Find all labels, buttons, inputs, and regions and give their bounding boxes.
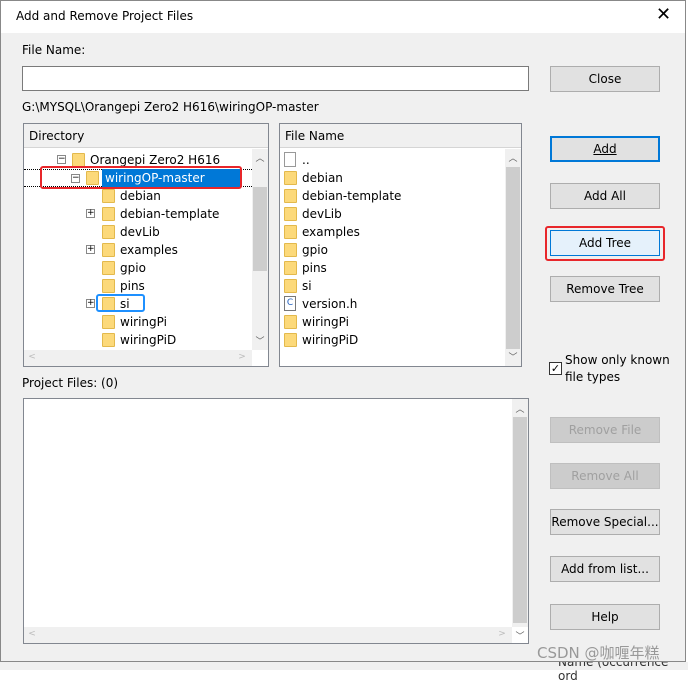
project-files-list[interactable]: ︿ < > ﹀ xyxy=(23,398,529,644)
folder-icon xyxy=(284,171,297,185)
folder-icon xyxy=(102,189,115,203)
file-name: examples xyxy=(302,225,360,239)
remove-file-button[interactable]: Remove File xyxy=(550,417,660,443)
folder-icon xyxy=(102,261,115,275)
tree-item-label: examples xyxy=(120,243,178,257)
folder-icon xyxy=(102,243,115,257)
file-name: wiringPiD xyxy=(302,333,359,347)
close-icon[interactable]: ✕ xyxy=(656,4,671,25)
watermark: CSDN @咖喱年糕 xyxy=(537,644,660,662)
file-list-item[interactable]: examples xyxy=(280,223,504,241)
remove-tree-button[interactable]: Remove Tree xyxy=(550,276,660,302)
file-icon xyxy=(284,152,296,167)
tree-item-label: gpio xyxy=(120,261,146,275)
file-list-item[interactable]: pins xyxy=(280,259,504,277)
add-all-button[interactable]: Add All xyxy=(550,183,660,209)
window-title: Add and Remove Project Files xyxy=(16,9,194,23)
add-tree-red-highlight xyxy=(545,226,665,261)
file-list-item[interactable]: si xyxy=(280,277,504,295)
tree-item[interactable]: pins xyxy=(24,277,252,295)
folder-icon xyxy=(102,333,115,347)
remove-special-button[interactable]: Remove Special... xyxy=(550,509,660,535)
tree-item[interactable]: + examples xyxy=(24,241,252,259)
title-bar: Add and Remove Project Files ✕ xyxy=(1,1,685,33)
folder-icon xyxy=(102,225,115,239)
file-name: debian xyxy=(302,171,343,185)
c-file-icon: C xyxy=(284,296,296,311)
file-list-item[interactable]: gpio xyxy=(280,241,504,259)
file-name: .. xyxy=(302,153,310,167)
file-name: pins xyxy=(302,261,327,275)
tree-item[interactable]: devLib xyxy=(24,223,252,241)
file-list-item[interactable]: devLib xyxy=(280,205,504,223)
project-vertical-scrollbar[interactable]: ︿ xyxy=(512,399,528,627)
project-files-label: Project Files: (0) xyxy=(22,376,119,390)
file-list-item[interactable]: .. xyxy=(280,151,504,169)
file-name: wiringPi xyxy=(302,315,349,329)
file-list[interactable]: File Name .. debian debian-template devL… xyxy=(279,123,522,367)
expand-icon[interactable]: + xyxy=(86,245,95,254)
file-list-item[interactable]: debian-template xyxy=(280,187,504,205)
show-known-label[interactable]: Show only known file types xyxy=(565,352,675,386)
tree-item-label: debian-template xyxy=(120,207,220,221)
file-list-item[interactable]: wiringPiD xyxy=(280,331,504,349)
file-name: debian-template xyxy=(302,189,402,203)
close-button[interactable]: Close xyxy=(550,66,660,92)
folder-icon xyxy=(72,153,85,167)
help-button[interactable]: Help xyxy=(550,604,660,630)
expand-icon[interactable]: + xyxy=(86,299,95,308)
folder-icon xyxy=(284,315,297,329)
file-name: si xyxy=(302,279,312,293)
add-button[interactable]: Add xyxy=(550,136,660,162)
tree-horizontal-scrollbar[interactable]: < > xyxy=(24,350,252,366)
file-list-item[interactable]: debian xyxy=(280,169,504,187)
folder-icon xyxy=(284,333,297,347)
project-horizontal-scrollbar[interactable]: < > xyxy=(24,627,512,643)
si-blue-highlight xyxy=(96,294,145,312)
file-name: devLib xyxy=(302,207,342,221)
current-path: G:\MYSQL\Orangepi Zero2 H616\wiringOP-ma… xyxy=(22,100,319,114)
file-list-item[interactable]: C version.h xyxy=(280,295,504,313)
folder-icon xyxy=(284,243,297,257)
tree-item[interactable]: wiringPi xyxy=(24,313,252,331)
directory-tree[interactable]: Directory − Orangepi Zero2 H616 − wiring… xyxy=(23,123,269,367)
tree-vertical-scrollbar[interactable]: ︿ ﹀ xyxy=(252,149,268,350)
folder-icon xyxy=(284,261,297,275)
file-name-input[interactable] xyxy=(22,66,529,91)
tree-item-label: pins xyxy=(120,279,145,293)
remove-all-button[interactable]: Remove All xyxy=(550,463,660,489)
folder-icon xyxy=(102,207,115,221)
folder-icon xyxy=(284,207,297,221)
tree-item-label: wiringPi xyxy=(120,315,167,329)
collapse-icon[interactable]: − xyxy=(57,155,66,164)
file-vertical-scrollbar[interactable]: ︿ ﹀ xyxy=(505,149,521,366)
folder-icon xyxy=(284,279,297,293)
selection-red-highlight xyxy=(40,166,242,189)
tree-item[interactable]: gpio xyxy=(24,259,252,277)
file-name: gpio xyxy=(302,243,328,257)
folder-icon xyxy=(284,189,297,203)
folder-icon xyxy=(102,279,115,293)
tree-item[interactable]: wiringPiD xyxy=(24,331,252,349)
show-known-checkbox[interactable]: ✓ xyxy=(549,362,562,375)
tree-item-label: wiringPiD xyxy=(120,333,177,347)
folder-icon xyxy=(284,225,297,239)
file-name-label: File Name: xyxy=(22,43,86,57)
tree-item-label: debian xyxy=(120,189,161,203)
file-list-item[interactable]: wiringPi xyxy=(280,313,504,331)
tree-item[interactable]: debian xyxy=(24,187,252,205)
file-name: version.h xyxy=(302,297,358,311)
tree-item[interactable]: + debian-template xyxy=(24,205,252,223)
add-from-list-button[interactable]: Add from list... xyxy=(550,556,660,582)
expand-icon[interactable]: + xyxy=(86,209,95,218)
add-remove-project-files-dialog: Add and Remove Project Files ✕ File Name… xyxy=(0,0,686,662)
tree-item-label: devLib xyxy=(120,225,160,239)
directory-header[interactable]: Directory xyxy=(24,124,268,148)
file-name-header[interactable]: File Name xyxy=(280,124,521,148)
folder-icon xyxy=(102,315,115,329)
